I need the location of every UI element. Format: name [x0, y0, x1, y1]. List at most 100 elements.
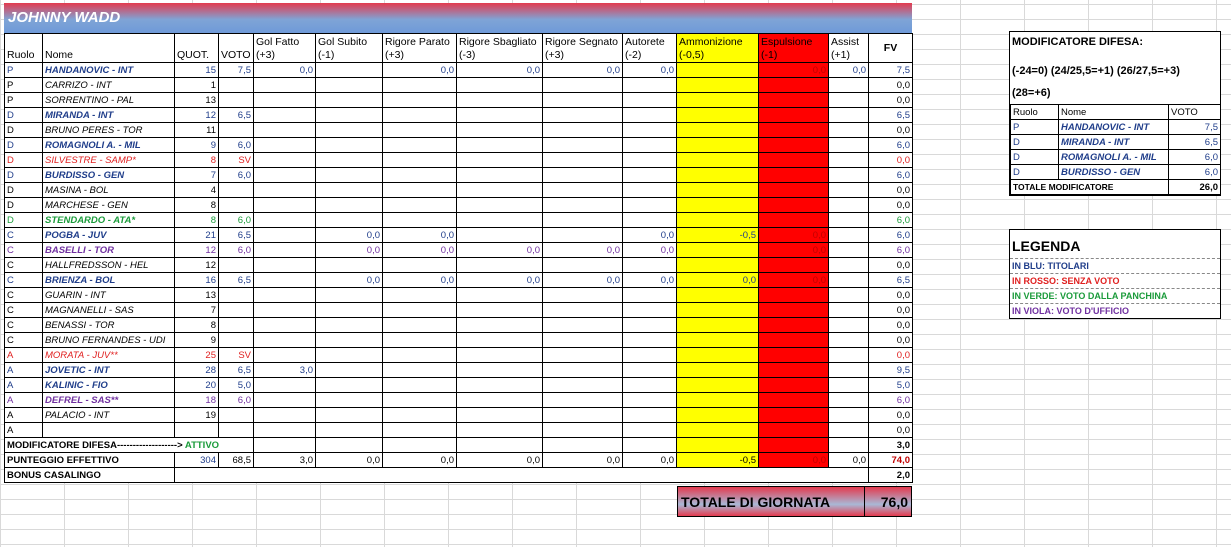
- cell-aut[interactable]: [622, 197, 677, 213]
- cell-role[interactable]: C: [4, 242, 43, 258]
- cell-name[interactable]: BRUNO FERNANDES - UDI: [42, 332, 175, 348]
- cell-rp[interactable]: 0,0: [382, 272, 457, 288]
- cell-rp[interactable]: [382, 392, 457, 408]
- cell-role[interactable]: A: [4, 347, 43, 363]
- empty-cell[interactable]: [456, 467, 543, 483]
- empty-cell[interactable]: [828, 467, 869, 483]
- cell-gs[interactable]: [315, 407, 383, 423]
- cell-rp[interactable]: [382, 257, 457, 273]
- cell-quot[interactable]: 8: [174, 152, 219, 168]
- cell-ass[interactable]: [828, 107, 869, 123]
- cell-aut[interactable]: [622, 257, 677, 273]
- cell-voto[interactable]: 6,5: [218, 272, 254, 288]
- cell-rs[interactable]: 0,0: [456, 62, 543, 78]
- cell-voto[interactable]: [218, 257, 254, 273]
- cell-fv[interactable]: 6,5: [868, 272, 913, 288]
- column-header[interactable]: Rigore Parato (+3): [382, 33, 457, 63]
- column-header[interactable]: QUOT.: [174, 33, 219, 63]
- cell-rp[interactable]: [382, 302, 457, 318]
- cell-gs[interactable]: [315, 392, 383, 408]
- cell-amm[interactable]: [676, 257, 759, 273]
- cell-amm[interactable]: [676, 197, 759, 213]
- cell-rs[interactable]: [456, 377, 543, 393]
- empty-cell[interactable]: [542, 437, 623, 453]
- effective-gs[interactable]: 0,0: [315, 452, 383, 468]
- cell-ass[interactable]: [828, 317, 869, 333]
- effective-rs[interactable]: 0,0: [456, 452, 543, 468]
- cell-amm[interactable]: [676, 317, 759, 333]
- cell-rse[interactable]: [542, 137, 623, 153]
- cell-gs[interactable]: [315, 317, 383, 333]
- empty-cell[interactable]: [622, 437, 677, 453]
- legend-item[interactable]: IN ROSSO: SENZA VOTO: [1010, 273, 1220, 288]
- cell-quot[interactable]: 13: [174, 287, 219, 303]
- cell-rp[interactable]: [382, 422, 457, 438]
- cell-rp[interactable]: [382, 197, 457, 213]
- total-of-day-value[interactable]: 76,0: [865, 486, 912, 517]
- cell-ass[interactable]: [828, 152, 869, 168]
- cell-role[interactable]: D: [4, 182, 43, 198]
- effective-aut[interactable]: 0,0: [622, 452, 677, 468]
- cell-esp[interactable]: [758, 167, 829, 183]
- cell-rp[interactable]: [382, 182, 457, 198]
- cell-gs[interactable]: [315, 122, 383, 138]
- cell-ass[interactable]: [828, 137, 869, 153]
- cell-esp[interactable]: 0,0: [758, 227, 829, 243]
- empty-cell[interactable]: [382, 467, 457, 483]
- cell-voto[interactable]: 7,5: [218, 62, 254, 78]
- cell-amm[interactable]: [676, 152, 759, 168]
- cell-ass[interactable]: [828, 182, 869, 198]
- column-header[interactable]: Gol Subito (-1): [315, 33, 383, 63]
- cell-gf[interactable]: [253, 137, 316, 153]
- cell-fv[interactable]: 0,0: [868, 332, 913, 348]
- effective-quot[interactable]: 304: [174, 452, 219, 468]
- cell-rse[interactable]: [542, 122, 623, 138]
- empty-cell[interactable]: [382, 437, 457, 453]
- column-header[interactable]: Autorete (-2): [622, 33, 677, 63]
- cell-ass[interactable]: [828, 407, 869, 423]
- cell-aut[interactable]: [622, 167, 677, 183]
- cell-role[interactable]: C: [4, 287, 43, 303]
- cell-gs[interactable]: [315, 182, 383, 198]
- cell-rse[interactable]: [542, 182, 623, 198]
- cell-role[interactable]: A: [4, 422, 43, 438]
- cell-aut[interactable]: [622, 407, 677, 423]
- cell-rse[interactable]: [542, 317, 623, 333]
- empty-cell[interactable]: [542, 467, 623, 483]
- cell-quot[interactable]: 1: [174, 77, 219, 93]
- cell-fv[interactable]: 0,0: [868, 122, 913, 138]
- cell-ass[interactable]: [828, 272, 869, 288]
- cell-aut[interactable]: [622, 392, 677, 408]
- cell-rp[interactable]: [382, 77, 457, 93]
- cell-esp[interactable]: 0,0: [758, 272, 829, 288]
- cell-gf[interactable]: [253, 317, 316, 333]
- cell-name[interactable]: CARRIZO - INT: [42, 77, 175, 93]
- cell-rp[interactable]: [382, 92, 457, 108]
- cell-rs[interactable]: [456, 197, 543, 213]
- cell-ass[interactable]: [828, 332, 869, 348]
- cell-voto[interactable]: 6,5: [218, 227, 254, 243]
- cell-amm[interactable]: [676, 242, 759, 258]
- cell-aut[interactable]: 0,0: [622, 227, 677, 243]
- cell-role[interactable]: A: [4, 407, 43, 423]
- cell-gs[interactable]: [315, 257, 383, 273]
- cell-amm[interactable]: [676, 392, 759, 408]
- cell-fv[interactable]: 7,5: [868, 62, 913, 78]
- cell-aut[interactable]: [622, 332, 677, 348]
- cell-name[interactable]: KALINIC - FIO: [42, 377, 175, 393]
- cell-rs[interactable]: [456, 302, 543, 318]
- cell-aut[interactable]: 0,0: [622, 272, 677, 288]
- cell-esp[interactable]: [758, 77, 829, 93]
- cell-rp[interactable]: [382, 347, 457, 363]
- cell-aut[interactable]: [622, 137, 677, 153]
- effective-ass[interactable]: 0,0: [828, 452, 869, 468]
- cell-gs[interactable]: [315, 137, 383, 153]
- cell-esp[interactable]: [758, 182, 829, 198]
- cell-fv[interactable]: 0,0: [868, 77, 913, 93]
- cell-gs[interactable]: [315, 167, 383, 183]
- cell-quot[interactable]: 16: [174, 272, 219, 288]
- cell-ass[interactable]: 0,0: [828, 62, 869, 78]
- cell-voto[interactable]: [218, 92, 254, 108]
- cell-gs[interactable]: 0,0: [315, 272, 383, 288]
- cell-name[interactable]: ROMAGNOLI A. - MIL: [42, 137, 175, 153]
